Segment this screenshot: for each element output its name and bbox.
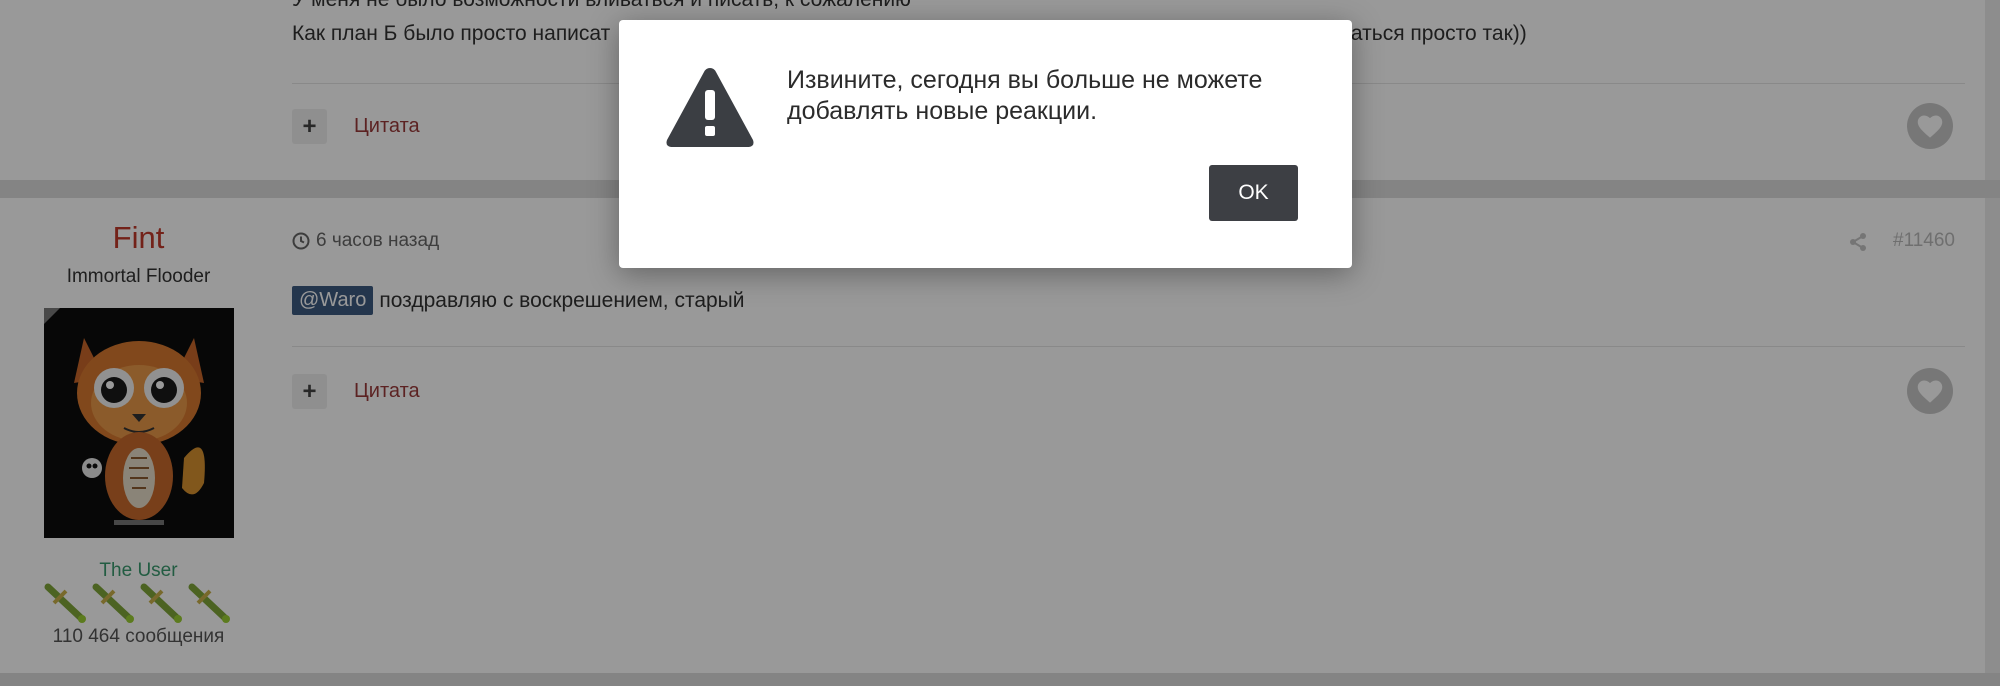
- warning-triangle-icon: [666, 68, 754, 147]
- page: У меня не было возможности вливаться и п…: [0, 0, 2000, 686]
- ok-button[interactable]: OK: [1209, 165, 1298, 221]
- alert-dialog: Извините, сегодня вы больше не можете до…: [619, 20, 1352, 268]
- alert-message: Извините, сегодня вы больше не можете до…: [787, 66, 1263, 125]
